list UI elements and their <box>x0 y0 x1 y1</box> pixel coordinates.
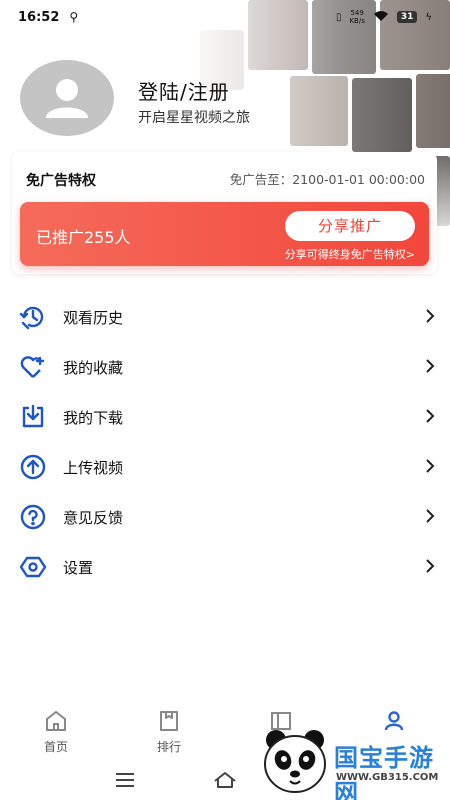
history-icon <box>19 303 47 331</box>
menu-label-feedback: 意见反馈 <box>63 509 124 527</box>
menu-item-favorites[interactable]: 我的收藏 <box>0 342 450 392</box>
net-speed-unit: KB/s <box>349 17 365 25</box>
chevron-right-icon <box>424 457 436 475</box>
watermark-text: 国宝手游网 <box>334 744 434 800</box>
ranking-icon <box>157 709 181 733</box>
menu-item-feedback[interactable]: 意见反馈 <box>0 492 450 542</box>
share-hint-link[interactable]: 分享可得终身免广告特权> <box>285 246 415 262</box>
profile-subtitle: 开启星星视频之旅 <box>138 110 250 126</box>
tab-label-ranking: 排行 <box>156 740 181 754</box>
menu-item-settings[interactable]: 设置 <box>0 542 450 592</box>
charging-icon: ϟ <box>425 11 432 23</box>
upload-icon <box>19 453 47 481</box>
menu-label-settings: 设置 <box>63 559 94 577</box>
download-icon <box>19 403 47 431</box>
feedback-question-icon <box>19 503 47 531</box>
net-speed: 549 KB/s <box>349 9 364 25</box>
tab-label-home: 首页 <box>43 740 68 754</box>
wifi-icon <box>373 10 389 25</box>
favorite-heart-icon <box>19 353 47 381</box>
status-time: 16:52 <box>18 9 60 25</box>
battery-icon: 31 <box>396 11 418 23</box>
home-nav-icon[interactable] <box>210 768 240 792</box>
menu-item-history[interactable]: 观看历史 <box>0 292 450 342</box>
menu-list: 观看历史 我的收藏 我的下载 上传视频 意见反馈 设置 <box>0 292 450 592</box>
menu-label-upload: 上传视频 <box>63 459 124 477</box>
watermark-url: WWW.GB315.COM <box>336 772 439 783</box>
chevron-right-icon <box>424 507 436 525</box>
site-watermark: 国宝手游网 WWW.GB315.COM <box>262 722 450 800</box>
vibrate-icon: ▯ <box>335 11 342 23</box>
promoted-count: 已推广255人 <box>36 228 131 247</box>
chevron-right-icon <box>424 407 436 425</box>
ad-free-expire: 免广告至：2100-01-01 00:00:00 <box>229 172 425 187</box>
login-register-link[interactable]: 登陆/注册 <box>138 76 230 105</box>
share-promote-button[interactable]: 分享推广 <box>285 211 415 241</box>
chevron-right-icon <box>424 357 436 375</box>
usb-icon: ⚲ <box>69 10 79 24</box>
menu-label-favorites: 我的收藏 <box>63 359 124 377</box>
menu-item-downloads[interactable]: 我的下载 <box>0 392 450 442</box>
tab-home[interactable]: 首页 <box>26 705 86 760</box>
menu-label-downloads: 我的下载 <box>63 409 124 427</box>
menu-lines-icon[interactable] <box>110 768 140 792</box>
settings-icon <box>19 553 47 581</box>
ad-free-title: 免广告特权 <box>26 173 96 189</box>
tab-ranking[interactable]: 排行 <box>139 705 199 760</box>
menu-label-history: 观看历史 <box>63 309 124 327</box>
chevron-right-icon <box>424 307 436 325</box>
ad-free-card: 免广告特权 免广告至：2100-01-01 00:00:00 已推广255人 分… <box>12 152 437 274</box>
promotion-banner[interactable]: 已推广255人 分享推广 分享可得终身免广告特权> <box>20 202 429 266</box>
home-icon <box>44 709 68 733</box>
menu-item-upload[interactable]: 上传视频 <box>0 442 450 492</box>
status-bar: 16:52 ⚲ ▯ 549 KB/s 31 ϟ <box>0 0 450 34</box>
chevron-right-icon <box>424 557 436 575</box>
net-speed-value: 549 <box>350 9 364 17</box>
user-avatar-icon[interactable] <box>20 60 114 136</box>
panda-logo-icon <box>264 730 326 793</box>
